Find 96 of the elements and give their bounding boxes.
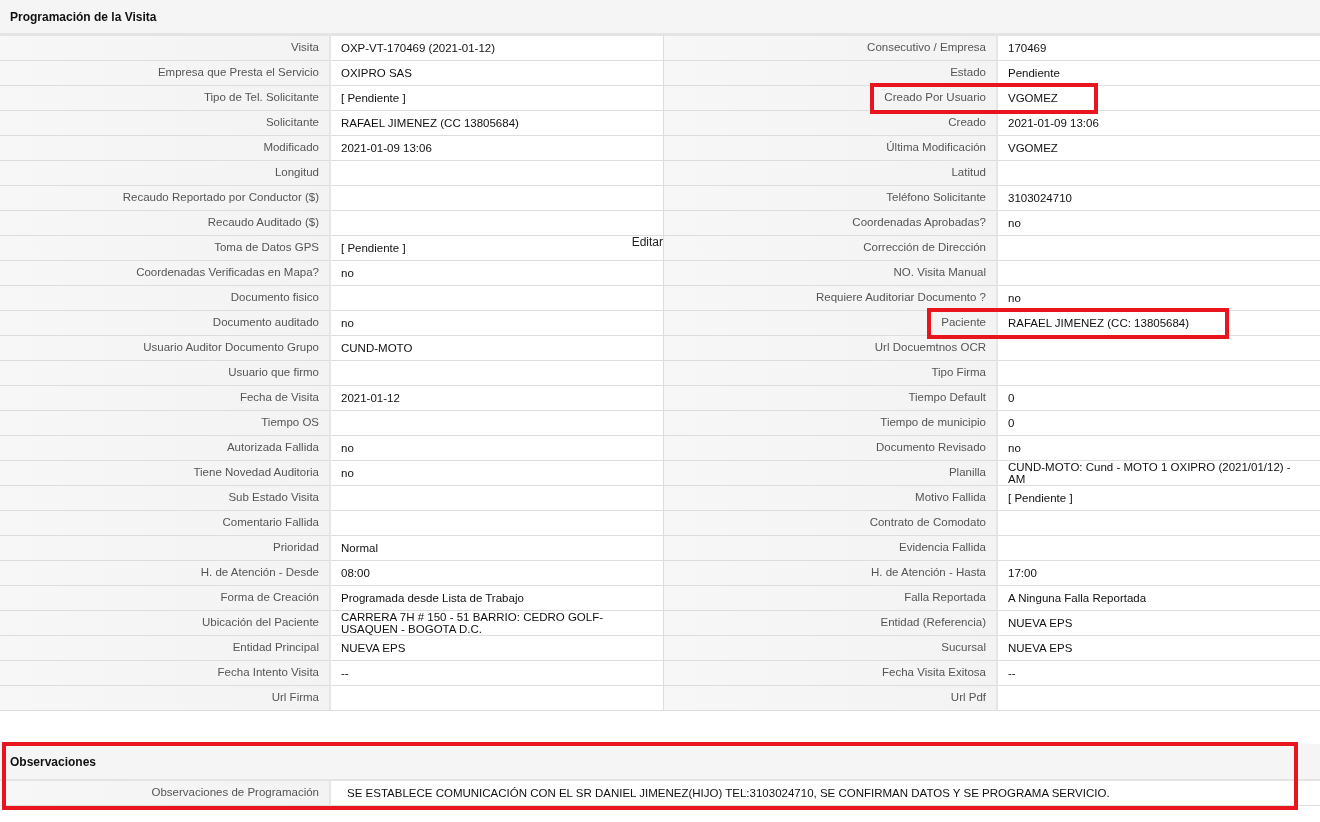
field-value: CUND-MOTO xyxy=(341,342,413,354)
field-value: OXP-VT-170469 (2021-01-12) xyxy=(341,42,496,54)
field-value: 3103024710 xyxy=(1008,192,1072,204)
field-label: Creado Por Usuario xyxy=(664,86,998,111)
field-label: Fecha Visita Exitosa xyxy=(664,661,998,686)
field-label: Planilla xyxy=(664,461,998,486)
field-value: RAFAEL JIMENEZ (CC 13805684) xyxy=(341,117,519,129)
field-value: CUND-MOTO: Cund - MOTO 1 OXIPRO (2021/01/12) - AM xyxy=(1008,461,1292,485)
section-title: Programación de la Visita xyxy=(0,0,1320,36)
field-label: Entidad (Referencia) xyxy=(664,611,998,636)
field-label: Latitud xyxy=(664,161,998,186)
field-value: Programada desde Lista de Trabajo xyxy=(341,592,524,604)
field-label: Recaudo Auditado ($) xyxy=(0,211,331,236)
field-value: 0 xyxy=(1008,417,1015,429)
field-value: 2021-01-12 xyxy=(341,392,400,404)
field-label: Autorizada Fallida xyxy=(0,436,331,461)
field-label: Forma de Creación xyxy=(0,586,331,611)
field-label: Estado xyxy=(664,61,998,86)
field-label: Url Docuemtnos OCR xyxy=(664,336,998,361)
field-value: 17:00 xyxy=(1008,567,1037,579)
field-value: no xyxy=(341,467,354,479)
field-label: Observaciones de Programación xyxy=(0,781,331,806)
field-label: Corrección de Dirección xyxy=(664,236,998,261)
field-value: [ Pendiente ] xyxy=(1008,492,1073,504)
field-label: Entidad Principal xyxy=(0,636,331,661)
field-value: RAFAEL JIMENEZ (CC: 13805684) xyxy=(1008,317,1190,329)
field-label: Longitud xyxy=(0,161,331,186)
field-value: no xyxy=(1008,292,1021,304)
field-value: A Ninguna Falla Reportada xyxy=(1008,592,1147,604)
field-value: no xyxy=(1008,217,1021,229)
field-value: NUEVA EPS xyxy=(1008,617,1073,629)
field-label: Falla Reportada xyxy=(664,586,998,611)
field-label: Comentario Fallida xyxy=(0,511,331,536)
field-label: Recaudo Reportado por Conductor ($) xyxy=(0,186,331,211)
field-value: 2021-01-09 13:06 xyxy=(341,142,432,154)
field-label: Documento auditado xyxy=(0,311,331,336)
field-value: CARRERA 7H # 150 - 51 BARRIO: CEDRO GOLF-USAQUEN - BOGOTA D.C. xyxy=(341,611,605,635)
field-label: Tiempo Default xyxy=(664,386,998,411)
field-label: Fecha Intento Visita xyxy=(0,661,331,686)
field-label: Fecha de Visita xyxy=(0,386,331,411)
field-label: Sucursal xyxy=(664,636,998,661)
field-label: Sub Estado Visita xyxy=(0,486,331,511)
field-value: no xyxy=(1008,442,1021,454)
field-label: Documento Revisado xyxy=(664,436,998,461)
field-label: Coordenadas Aprobadas? xyxy=(664,211,998,236)
field-value: 0 xyxy=(1008,392,1015,404)
field-label: Usuario Auditor Documento Grupo xyxy=(0,336,331,361)
field-value: [ Pendiente ] xyxy=(341,242,406,254)
field-label: Modificado xyxy=(0,136,331,161)
field-label: Visita xyxy=(0,36,331,61)
field-label: H. de Atención - Hasta xyxy=(664,561,998,586)
field-label: Creado xyxy=(664,111,998,136)
field-value: 08:00 xyxy=(341,567,370,579)
field-label: Tiempo OS xyxy=(0,411,331,436)
field-label: Tiempo de municipio xyxy=(664,411,998,436)
field-value: -- xyxy=(1008,667,1016,679)
field-value: OXIPRO SAS xyxy=(341,67,412,79)
field-label: Empresa que Presta el Servicio xyxy=(0,61,331,86)
field-value: no xyxy=(341,442,354,454)
field-label: Motivo Fallida xyxy=(664,486,998,511)
field-label: Tiene Novedad Auditoria xyxy=(0,461,331,486)
field-label: Requiere Auditoriar Documento ? xyxy=(664,286,998,311)
field-value: 2021-01-09 13:06 xyxy=(1008,117,1099,129)
field-value: VGOMEZ xyxy=(1008,142,1058,154)
field-label: Evidencia Fallida xyxy=(664,536,998,561)
field-label: H. de Atención - Desde xyxy=(0,561,331,586)
field-value: Normal xyxy=(341,542,379,554)
field-label: Última Modificación xyxy=(664,136,998,161)
field-value: no xyxy=(341,317,354,329)
field-label: Consecutivo / Empresa xyxy=(664,36,998,61)
section-title: Observaciones xyxy=(0,744,1320,781)
field-label: NO. Visita Manual xyxy=(664,261,998,286)
field-label: Documento fisico xyxy=(0,286,331,311)
field-label: Prioridad xyxy=(0,536,331,561)
field-value: NUEVA EPS xyxy=(341,642,406,654)
edit-link[interactable]: Editar xyxy=(631,236,663,248)
field-value: VGOMEZ xyxy=(1008,92,1058,104)
field-label: Toma de Datos GPS xyxy=(0,236,331,261)
field-label: Url Pdf xyxy=(664,686,998,711)
field-label: Usuario que firmo xyxy=(0,361,331,386)
field-label: Ubicación del Paciente xyxy=(0,611,331,636)
field-label: Tipo Firma xyxy=(664,361,998,386)
field-label: Solicitante xyxy=(0,111,331,136)
field-value: SE ESTABLECE COMUNICACIÓN CON EL SR DANIEL JIMENEZ(HIJO) TEL:3103024710, SE CONFIRMAN DATOS Y SE PROGRAMA SERVICIO. xyxy=(347,787,1110,799)
field-label: Tipo de Tel. Solicitante xyxy=(0,86,331,111)
field-label: Contrato de Comodato xyxy=(664,511,998,536)
field-value: no xyxy=(341,267,354,279)
field-value: -- xyxy=(341,667,349,679)
field-label: Paciente xyxy=(664,311,998,336)
field-label: Coordenadas Verificadas en Mapa? xyxy=(0,261,331,286)
field-value: [ Pendiente ] xyxy=(341,92,406,104)
field-value: Pendiente xyxy=(1008,67,1060,79)
field-value: NUEVA EPS xyxy=(1008,642,1073,654)
field-value: 170469 xyxy=(1008,42,1047,54)
field-label: Url Firma xyxy=(0,686,331,711)
field-label: Teléfono Solicitante xyxy=(664,186,998,211)
